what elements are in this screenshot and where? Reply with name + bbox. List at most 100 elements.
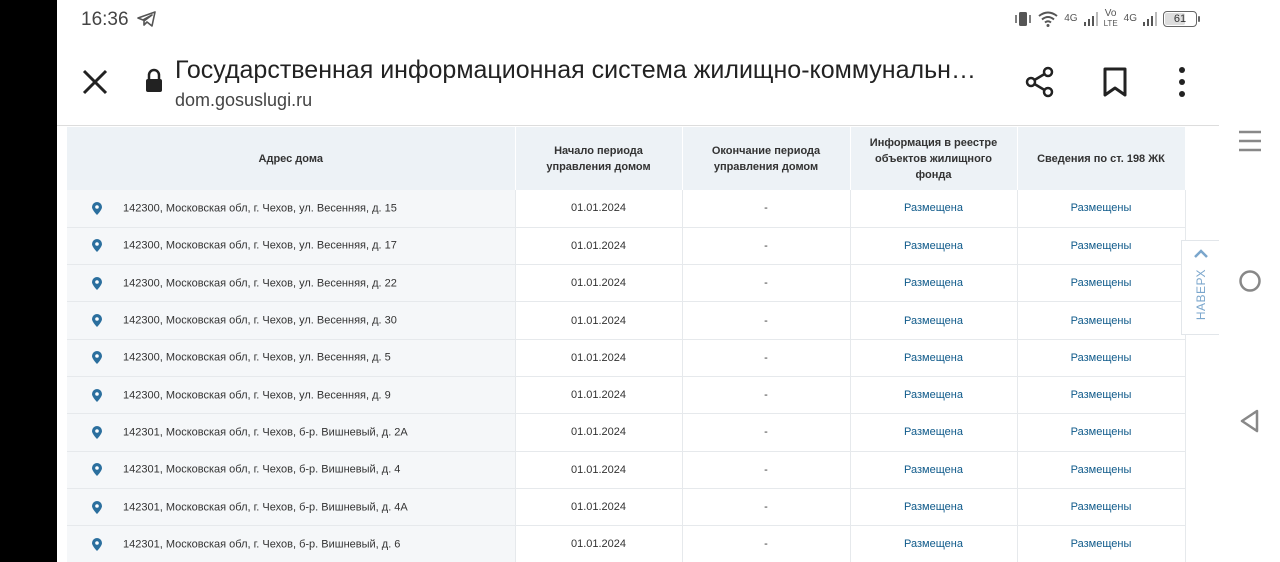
wifi-icon xyxy=(1038,11,1058,27)
vibrate-icon xyxy=(1015,12,1031,26)
map-pin-icon xyxy=(92,388,102,402)
registry-cell: Размещена xyxy=(850,376,1018,415)
browser-toolbar: Государственная информационная система ж… xyxy=(57,38,1219,126)
registry-cell: Размещена xyxy=(850,451,1018,489)
address-cell[interactable]: 142301, Московская обл, г. Чехов, б-р. В… xyxy=(67,451,516,489)
end-date-cell: - xyxy=(682,451,851,489)
map-pin-icon xyxy=(92,239,102,253)
art198-link[interactable]: Размещены xyxy=(1071,501,1132,513)
registry-link[interactable]: Размещена xyxy=(904,277,963,289)
address-text: 142300, Московская обл, г. Чехов, ул. Ве… xyxy=(123,239,397,252)
registry-link[interactable]: Размещена xyxy=(904,352,963,364)
map-pin-icon xyxy=(92,351,102,365)
close-icon[interactable] xyxy=(79,66,111,98)
registry-link[interactable]: Размещена xyxy=(904,501,963,513)
share-button[interactable] xyxy=(1020,62,1060,102)
map-pin-icon xyxy=(92,500,102,514)
registry-link[interactable]: Размещена xyxy=(904,315,963,327)
back-icon[interactable] xyxy=(1237,408,1263,434)
chevron-up-icon xyxy=(1193,249,1208,258)
art198-link[interactable]: Размещены xyxy=(1071,389,1132,401)
header-address[interactable]: Адрес дома xyxy=(67,127,516,190)
start-date-cell: 01.01.2024 xyxy=(515,451,683,489)
address-text: 142300, Московская обл, г. Чехов, ул. Ве… xyxy=(123,202,397,215)
volte-top: Vo xyxy=(1104,8,1117,19)
art198-link[interactable]: Размещены xyxy=(1071,538,1132,550)
browser-screen: 16:36 4G Vo LTE 4G 61 Государственная ин… xyxy=(57,0,1219,562)
art198-cell: Размещены xyxy=(1017,451,1186,489)
table-row: 142301, Московская обл, г. Чехов, б-р. В… xyxy=(67,451,1186,489)
registry-link[interactable]: Размещена xyxy=(904,464,963,476)
art198-link[interactable]: Размещены xyxy=(1071,240,1132,252)
address-text: 142301, Московская обл, г. Чехов, б-р. В… xyxy=(123,538,401,551)
registry-link[interactable]: Размещена xyxy=(904,426,963,438)
address-cell[interactable]: 142300, Московская обл, г. Чехов, ул. Ве… xyxy=(67,227,516,266)
header-art198[interactable]: Сведения по ст. 198 ЖК xyxy=(1017,127,1186,190)
address-cell[interactable]: 142301, Московская обл, г. Чехов, б-р. В… xyxy=(67,413,516,452)
registry-link[interactable]: Размещена xyxy=(904,538,963,550)
map-pin-icon xyxy=(92,201,102,215)
art198-link[interactable]: Размещены xyxy=(1071,202,1132,214)
more-menu-button[interactable] xyxy=(1162,62,1202,102)
art198-link[interactable]: Размещены xyxy=(1071,426,1132,438)
battery-level: 61 xyxy=(1173,13,1187,25)
start-date-cell: 01.01.2024 xyxy=(515,376,683,415)
start-date-cell: 01.01.2024 xyxy=(515,413,683,452)
registry-cell: Размещена xyxy=(850,301,1018,340)
art198-link[interactable]: Размещены xyxy=(1071,464,1132,476)
address-cell[interactable]: 142300, Московская обл, г. Чехов, ул. Ве… xyxy=(67,190,516,228)
registry-link[interactable]: Размещена xyxy=(904,240,963,252)
table-body: 142300, Московская обл, г. Чехов, ул. Ве… xyxy=(67,190,1186,562)
map-pin-icon xyxy=(92,276,102,290)
art198-cell: Размещены xyxy=(1017,301,1186,340)
start-date-cell: 01.01.2024 xyxy=(515,227,683,266)
registry-link[interactable]: Размещена xyxy=(904,389,963,401)
end-date-cell: - xyxy=(682,376,851,415)
start-date-cell: 01.01.2024 xyxy=(515,488,683,527)
address-cell[interactable]: 142301, Московская обл, г. Чехов, б-р. В… xyxy=(67,488,516,527)
art198-cell: Размещены xyxy=(1017,525,1186,562)
header-start-period[interactable]: Начало периода управления домом xyxy=(515,127,683,190)
registry-link[interactable]: Размещена xyxy=(904,202,963,214)
start-date-cell: 01.01.2024 xyxy=(515,525,683,562)
address-cell[interactable]: 142301, Московская обл, г. Чехов, б-р. В… xyxy=(67,525,516,562)
network-type-2: 4G xyxy=(1123,13,1137,24)
page-url[interactable]: dom.gosuslugi.ru xyxy=(175,90,312,111)
address-cell[interactable]: 142300, Московская обл, г. Чехов, ул. Ве… xyxy=(67,264,516,303)
art198-link[interactable]: Размещены xyxy=(1071,277,1132,289)
address-text: 142301, Московская обл, г. Чехов, б-р. В… xyxy=(123,501,408,514)
art198-cell: Размещены xyxy=(1017,376,1186,415)
share-icon xyxy=(1025,66,1054,98)
end-date-cell: - xyxy=(682,227,851,266)
recent-apps-icon[interactable] xyxy=(1237,128,1263,154)
start-date-cell: 01.01.2024 xyxy=(515,339,683,377)
volte-bottom: LTE xyxy=(1103,19,1118,28)
bookmark-button[interactable] xyxy=(1095,62,1135,102)
back-to-top-button[interactable]: НАВЕРХ xyxy=(1181,240,1219,335)
address-cell[interactable]: 142300, Московская обл, г. Чехов, ул. Ве… xyxy=(67,376,516,415)
table-row: 142300, Московская обл, г. Чехов, ул. Ве… xyxy=(67,190,1186,228)
table-row: 142300, Московская обл, г. Чехов, ул. Ве… xyxy=(67,264,1186,303)
header-end-period[interactable]: Окончание периода управления домом xyxy=(682,127,851,190)
address-cell[interactable]: 142300, Московская обл, г. Чехов, ул. Ве… xyxy=(67,339,516,377)
end-date-cell: - xyxy=(682,264,851,303)
home-icon[interactable] xyxy=(1237,268,1263,294)
end-date-cell: - xyxy=(682,339,851,377)
address-text: 142301, Московская обл, г. Чехов, б-р. В… xyxy=(123,463,401,476)
table-row: 142300, Московская обл, г. Чехов, ул. Ве… xyxy=(67,301,1186,340)
art198-cell: Размещены xyxy=(1017,190,1186,228)
table-row: 142301, Московская обл, г. Чехов, б-р. В… xyxy=(67,413,1186,452)
start-date-cell: 01.01.2024 xyxy=(515,190,683,228)
header-registry-info[interactable]: Информация в реестре объектов жилищного … xyxy=(850,127,1018,190)
bookmark-icon xyxy=(1103,67,1127,97)
art198-cell: Размещены xyxy=(1017,264,1186,303)
end-date-cell: - xyxy=(682,525,851,562)
network-type-1: 4G xyxy=(1064,13,1078,24)
art198-link[interactable]: Размещены xyxy=(1071,352,1132,364)
art198-link[interactable]: Размещены xyxy=(1071,315,1132,327)
end-date-cell: - xyxy=(682,301,851,340)
address-cell[interactable]: 142300, Московская обл, г. Чехов, ул. Ве… xyxy=(67,301,516,340)
art198-cell: Размещены xyxy=(1017,227,1186,266)
registry-cell: Размещена xyxy=(850,339,1018,377)
map-pin-icon xyxy=(92,425,102,439)
